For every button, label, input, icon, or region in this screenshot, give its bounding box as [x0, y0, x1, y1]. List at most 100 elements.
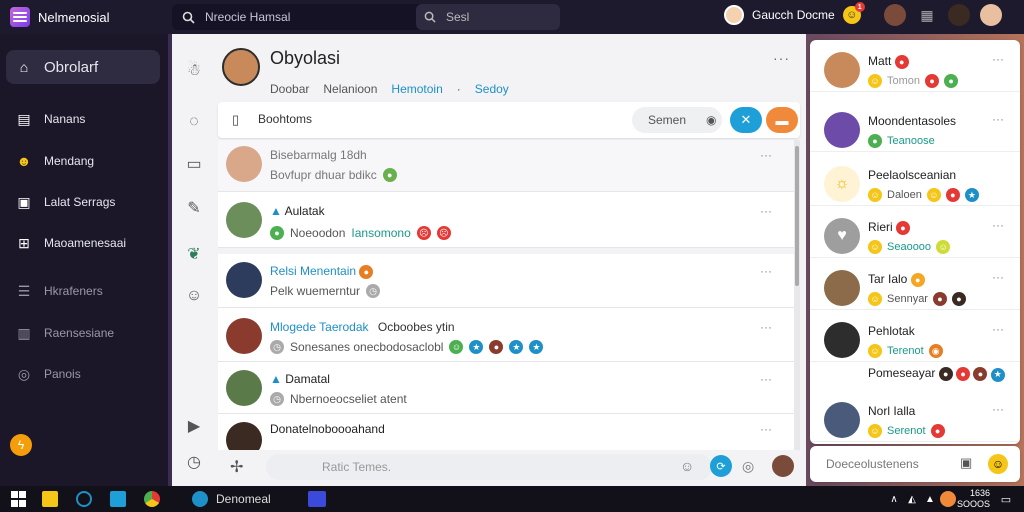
more-button[interactable]: ···: [760, 204, 772, 218]
sidebar-item-inbox[interactable]: ▤ Nanans: [6, 102, 160, 136]
more-button[interactable]: ···: [992, 402, 1004, 416]
conversation-avatar[interactable]: [222, 48, 260, 86]
windows-start-icon[interactable]: [10, 491, 26, 507]
contacts-panel: Matt ● ☺ Tomon ● ● ··· Moondentasoles ● …: [810, 40, 1020, 444]
contacts-footer-label[interactable]: Doeceolustenens: [826, 457, 919, 471]
more-button[interactable]: ···: [992, 270, 1004, 284]
message-preview: ● Noeoodon Iansomono ☹ ☹: [270, 226, 451, 240]
send-button[interactable]: ⟳: [710, 455, 732, 477]
tray-app-icon[interactable]: [940, 491, 956, 507]
clock-icon: ◷: [270, 340, 284, 354]
scrollbar-thumb[interactable]: [795, 146, 799, 286]
emoji-icon: ●: [951, 292, 966, 306]
taskbar-app-icon[interactable]: [308, 491, 326, 507]
contact-item[interactable]: Pomeseayar ● ● ● ★: [810, 358, 1020, 388]
file-explorer-icon[interactable]: [42, 491, 58, 507]
contact-item[interactable]: Tar Ialo ● ☺ Sennyar ● ● ···: [810, 258, 1020, 310]
contact-item[interactable]: Matt ● ☺ Tomon ● ● ···: [810, 40, 1020, 92]
avatar: [226, 262, 262, 298]
message-input[interactable]: Ratic Temes.: [266, 454, 712, 480]
more-button[interactable]: ···: [992, 112, 1004, 126]
contact-status: ☺ Tomon ● ●: [868, 74, 959, 88]
list-item[interactable]: Bisebarmalg 18dh Bovfupr dhuar bdikc ● ·…: [218, 140, 800, 192]
folder-icon[interactable]: [110, 491, 126, 507]
contact-item[interactable]: Norl Ialla ☺ Serenot ● ···: [810, 390, 1020, 442]
chrome-icon[interactable]: [144, 491, 160, 507]
pen-tool-icon[interactable]: ✎: [184, 198, 204, 218]
window-icon[interactable]: ▣: [960, 455, 972, 471]
taskbar-clock[interactable]: 1636 SOOOS: [957, 488, 990, 510]
more-button[interactable]: ···: [992, 52, 1004, 66]
sidebar-item-grid[interactable]: ⊞ Maoamenesaai: [6, 226, 160, 260]
message-text: Noeoodon: [290, 226, 346, 240]
chat-tool-icon[interactable]: ◌: [184, 112, 204, 132]
more-button[interactable]: ···: [760, 422, 772, 436]
emoji-icon: ●: [956, 367, 971, 381]
edge-browser-icon[interactable]: [76, 491, 92, 507]
emoji-picker-icon[interactable]: ☺: [680, 458, 694, 474]
contact-item[interactable]: ♥ Rieri ● ☺ Seaoooo ☺ ···: [810, 206, 1020, 258]
sidebar-item-home[interactable]: ⌂ Obrolarf: [6, 50, 160, 84]
more-button[interactable]: ···: [992, 218, 1004, 232]
avatar: [226, 146, 262, 182]
comment-tool-icon[interactable]: ▭: [184, 154, 204, 174]
contact-item[interactable]: Moondentasoles ● Teanoose ···: [810, 100, 1020, 152]
refresh-icon: ◉: [706, 113, 717, 127]
leaf-tool-icon[interactable]: ❦: [184, 244, 204, 264]
more-button[interactable]: ···: [760, 320, 772, 334]
contact-item[interactable]: Pehlotak ☺ Terenot ◉ ···: [810, 310, 1020, 362]
emoji-picker-icon[interactable]: ☺: [988, 454, 1008, 474]
collapse-button[interactable]: ✕: [730, 107, 762, 133]
more-button[interactable]: ···: [760, 264, 772, 278]
list-item[interactable]: ▲ Damatal ◷ Nbernoeocseliet atent ···: [218, 362, 800, 414]
tray-network-icon[interactable]: ◭: [904, 491, 920, 507]
more-button[interactable]: ···: [992, 322, 1004, 336]
list-item[interactable]: Donatelnoboooahand ···: [218, 414, 800, 450]
user-menu[interactable]: Gaucch Docme ☺ 1: [724, 2, 865, 25]
tray-chevron-icon[interactable]: ∧: [886, 491, 902, 507]
search-scope-field[interactable]: Sesl: [416, 4, 560, 30]
sidebar-item-table[interactable]: ▥ Raensesiane: [6, 316, 160, 350]
global-search-input[interactable]: Nreocie Hamsal Sesl: [172, 4, 560, 30]
gif-icon[interactable]: ◎: [742, 458, 754, 475]
window-grid-icon[interactable]: ▦: [916, 4, 938, 26]
profile-tool-icon[interactable]: ☃: [184, 60, 204, 80]
message-preview: ◷ Sonesanes onecbodosaclobl ☺ ★ ● ★ ★: [270, 340, 544, 354]
contact-name: Peelaolsceanian: [868, 168, 957, 182]
sidebar-item-list[interactable]: ☰ Hkrafeners: [6, 274, 160, 308]
scrollbar[interactable]: [794, 140, 800, 450]
notification-bulb-icon[interactable]: ϟ: [10, 434, 32, 456]
face-tool-icon[interactable]: ☺: [184, 286, 204, 306]
more-button[interactable]: ···: [760, 372, 772, 386]
subtitle-link[interactable]: Hemotoin: [391, 82, 442, 96]
filter-search-input[interactable]: Semen ◉: [632, 107, 722, 133]
more-button[interactable]: ···: [760, 148, 772, 162]
conversation-more-button[interactable]: ···: [773, 50, 790, 66]
play-tool-icon[interactable]: ▶: [184, 416, 204, 436]
emoji-icon: ●: [944, 74, 959, 88]
message-list: Bisebarmalg 18dh Bovfupr dhuar bdikc ● ·…: [218, 140, 800, 450]
tray-flag-icon[interactable]: ▲: [922, 491, 938, 507]
notifications-icon[interactable]: ▭: [998, 491, 1014, 507]
contact-avatar-icon[interactable]: [884, 4, 906, 26]
os-taskbar: Denomeal ∧ ◭ ▲ 1636 SOOOS ▭: [0, 486, 1024, 512]
filter-bar: ▯ Boohtoms Semen ◉ ✕ ▬: [218, 102, 800, 138]
sidebar-item-emoji[interactable]: ☻ Mendang: [6, 144, 160, 178]
avatar: [824, 322, 860, 358]
menu-button[interactable]: ▬: [766, 107, 798, 133]
account-avatar-icon[interactable]: [980, 4, 1002, 26]
app-brand[interactable]: Nelmenosial: [0, 7, 168, 27]
taskbar-active-app[interactable]: Denomeal: [192, 489, 292, 509]
message-sender: Mlogede Taerodak Ocboobes ytin: [270, 320, 455, 334]
add-attachment-icon[interactable]: ✢: [230, 457, 243, 477]
list-item[interactable]: Relsi Menentain ● Pelk wuemerntur ◷ ···: [218, 254, 800, 308]
subtitle-link[interactable]: Sedoy: [475, 82, 509, 96]
sidebar-item-settings[interactable]: ◎ Panois: [6, 357, 160, 391]
contact-item[interactable]: ☼ Peelaolsceanian ☺ Daloen ☺ ● ★: [810, 154, 1020, 206]
list-item[interactable]: Mlogede Taerodak Ocboobes ytin ◷ Sonesan…: [218, 308, 800, 362]
profile-avatar-icon[interactable]: [948, 4, 970, 26]
sidebar-item-folder[interactable]: ▣ Lalat Serrags: [6, 185, 160, 219]
clock-tool-icon[interactable]: ◷: [184, 452, 204, 472]
list-item[interactable]: ▲ Aulatak ● Noeoodon Iansomono ☹ ☹ ···: [218, 192, 800, 248]
avatar: ♥: [824, 218, 860, 254]
